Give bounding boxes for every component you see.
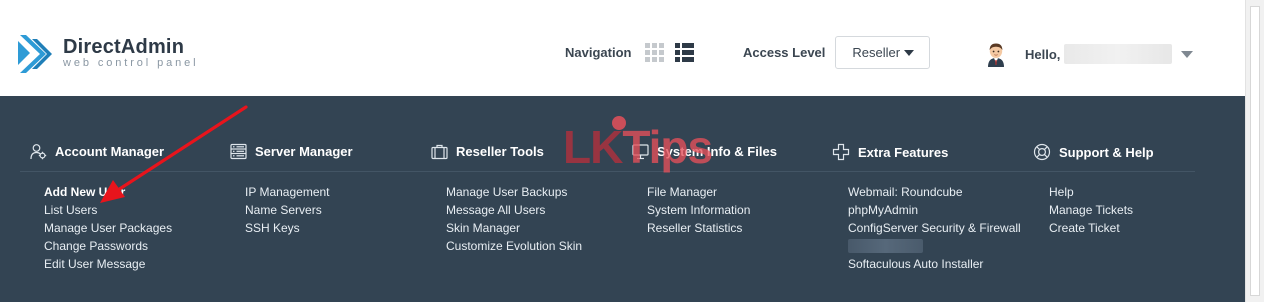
menu-link-configserver-firewall[interactable]: ConfigServer Security & Firewall xyxy=(848,219,1021,237)
logo-subtitle: web control panel xyxy=(63,57,199,69)
menu-links: Manage User Backups Message All Users Sk… xyxy=(446,183,582,255)
navigation-switcher: Navigation xyxy=(565,43,695,62)
user-menu[interactable]: Hello, xyxy=(985,41,1194,67)
grid-view-icon[interactable] xyxy=(645,43,665,62)
menu-links: IP Management Name Servers SSH Keys xyxy=(245,183,330,237)
menu-link-ip-management[interactable]: IP Management xyxy=(245,183,330,201)
hello-label: Hello, xyxy=(1025,46,1061,62)
menu-link-manage-user-backups[interactable]: Manage User Backups xyxy=(446,183,582,201)
menu-links: File Manager System Information Reseller… xyxy=(647,183,750,237)
menu-link-reseller-statistics[interactable]: Reseller Statistics xyxy=(647,219,750,237)
menu-heading-label: Account Manager xyxy=(55,144,165,159)
vertical-scrollbar[interactable] xyxy=(1245,0,1264,302)
menu-heading-server-manager[interactable]: Server Manager xyxy=(230,143,353,160)
menu-link-file-manager[interactable]: File Manager xyxy=(647,183,750,201)
server-manager-icon xyxy=(230,143,247,160)
scrollbar-thumb[interactable] xyxy=(1250,6,1260,296)
menu-heading-account-manager[interactable]: Account Manager xyxy=(30,143,164,160)
menu-link-help[interactable]: Help xyxy=(1049,183,1133,201)
menu-link-phpmyadmin[interactable]: phpMyAdmin xyxy=(848,201,1021,219)
lktips-watermark: LKTips xyxy=(563,121,713,173)
avatar xyxy=(988,43,1004,67)
access-level: Access Level Reseller xyxy=(743,36,931,69)
chevron-down-icon xyxy=(904,50,915,56)
menu-heading-label: Extra Features xyxy=(858,144,949,160)
puzzle-icon xyxy=(832,143,850,161)
menu-link-manage-tickets[interactable]: Manage Tickets xyxy=(1049,201,1133,219)
navigation-label: Navigation xyxy=(565,45,632,60)
menu-heading-label: Reseller Tools xyxy=(456,144,544,159)
watermark-chat-icon xyxy=(612,116,626,130)
menu-link-name-servers[interactable]: Name Servers xyxy=(245,201,330,219)
menu-link-create-ticket[interactable]: Create Ticket xyxy=(1049,219,1133,237)
menu-link-skin-manager[interactable]: Skin Manager xyxy=(446,219,582,237)
list-view-icon[interactable] xyxy=(675,43,695,62)
access-level-value: Reseller xyxy=(852,45,901,60)
menu-link-ssh-keys[interactable]: SSH Keys xyxy=(245,219,330,237)
menu-links: Webmail: Roundcube phpMyAdmin ConfigServ… xyxy=(848,183,1021,273)
menu-heading-label: Support & Help xyxy=(1059,144,1154,160)
directadmin-logo[interactable]: DirectAdmin web control panel xyxy=(18,33,199,75)
menu-links: Add New User List Users Manage User Pack… xyxy=(44,183,172,273)
menu-link-redacted xyxy=(848,239,923,253)
menu-link-webmail-roundcube[interactable]: Webmail: Roundcube xyxy=(848,183,1021,201)
page: DirectAdmin web control panel Navigation… xyxy=(0,0,1245,302)
menu-link-change-passwords[interactable]: Change Passwords xyxy=(44,237,172,255)
menu-link-edit-user-message[interactable]: Edit User Message xyxy=(44,255,172,273)
menu-link-system-information[interactable]: System Information xyxy=(647,201,750,219)
menu-heading-reseller-tools[interactable]: Reseller Tools xyxy=(431,143,544,160)
menu-heading-extra-features[interactable]: Extra Features xyxy=(832,143,948,161)
lifebuoy-icon xyxy=(1033,143,1051,161)
logo-title: DirectAdmin xyxy=(63,36,185,58)
menu-link-manage-user-packages[interactable]: Manage User Packages xyxy=(44,219,172,237)
directadmin-logo-icon xyxy=(18,35,52,73)
access-level-select[interactable]: Reseller xyxy=(835,36,931,69)
access-level-label: Access Level xyxy=(743,45,826,60)
menu-link-customize-evolution-skin[interactable]: Customize Evolution Skin xyxy=(446,237,582,255)
chevron-down-icon[interactable] xyxy=(1181,50,1194,58)
account-manager-icon xyxy=(30,144,47,160)
menu-heading-support-help[interactable]: Support & Help xyxy=(1033,143,1154,161)
username-redacted xyxy=(1064,44,1173,64)
top-header: DirectAdmin web control panel Navigation… xyxy=(0,0,1245,96)
menu-link-list-users[interactable]: List Users xyxy=(44,201,172,219)
menu-link-softaculous[interactable]: Softaculous Auto Installer xyxy=(848,255,1021,273)
menu-heading-label: Server Manager xyxy=(255,144,353,159)
menu-links: Help Manage Tickets Create Ticket xyxy=(1049,183,1133,237)
menu-link-add-new-user[interactable]: Add New User xyxy=(44,183,172,201)
briefcase-icon xyxy=(431,144,448,160)
menu-link-message-all-users[interactable]: Message All Users xyxy=(446,201,582,219)
